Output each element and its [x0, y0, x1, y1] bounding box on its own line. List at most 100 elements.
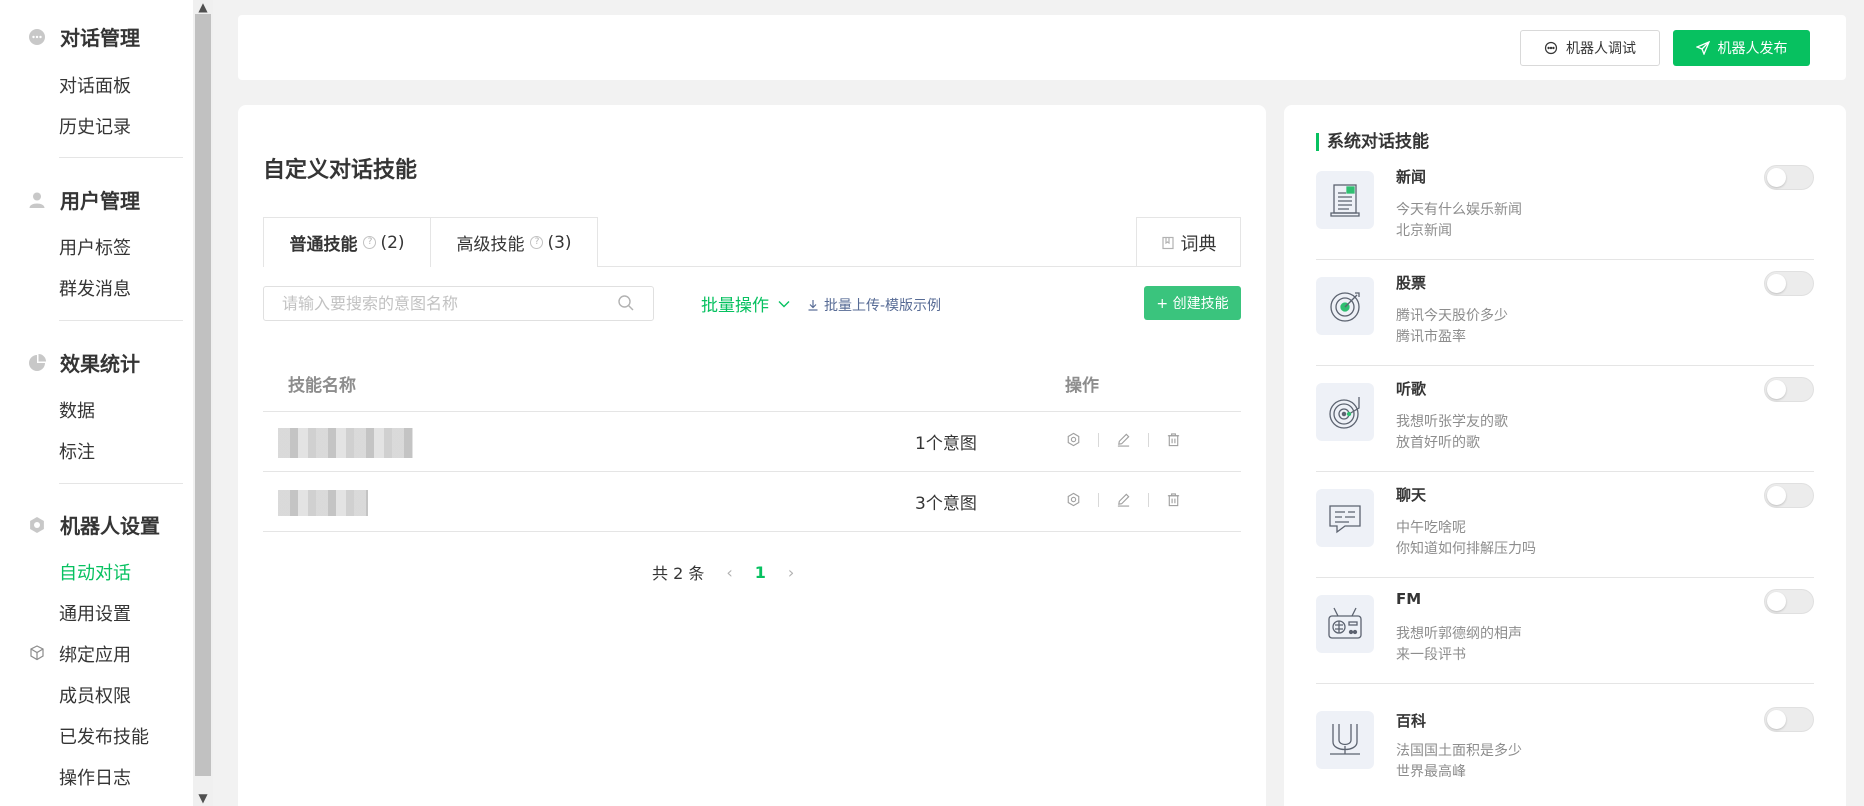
chat-icon [1544, 41, 1558, 55]
sidebar-item-mass-message[interactable]: 群发消息 [59, 275, 131, 301]
sidebar-item-data[interactable]: 数据 [59, 397, 95, 423]
toggle-knob [1767, 274, 1786, 293]
skill-name: 百科 [1396, 712, 1427, 730]
edit-icon[interactable] [1116, 432, 1131, 447]
skill-example: 放首好听的歌 [1396, 435, 1480, 451]
settings-icon[interactable] [1066, 492, 1081, 507]
tab-count: (2) [380, 232, 405, 253]
chevron-left-icon[interactable]: ‹ [726, 563, 732, 582]
batch-operation-label: 批量操作 [701, 296, 769, 316]
divider [1148, 432, 1149, 447]
blurred-skill-name [278, 428, 413, 458]
table-header: 技能名称 操作 [263, 355, 1241, 412]
skill-example: 腾讯今天股价多少 [1396, 308, 1508, 324]
page-number[interactable]: 1 [755, 563, 766, 582]
table-row[interactable]: 1个意图 [263, 412, 1241, 472]
download-icon [808, 300, 818, 311]
help-icon[interactable]: ? [363, 236, 377, 249]
nav-group-label: 机器人设置 [60, 514, 160, 538]
help-icon[interactable]: ? [530, 236, 544, 249]
nav-group-users[interactable]: 用户管理 [28, 185, 140, 214]
skill-name: 新闻 [1396, 168, 1427, 186]
send-icon [1695, 41, 1710, 55]
chat-icon [1316, 489, 1374, 547]
system-skill-encyclopedia: 百科 法国国土面积是多少 世界最高峰 [1316, 684, 1814, 790]
skill-toggle[interactable] [1764, 377, 1814, 402]
dictionary-button[interactable]: 词典 [1136, 217, 1241, 267]
tab-advanced-skills[interactable]: 高级技能 ? (3) [430, 217, 598, 267]
skill-name: 听歌 [1396, 380, 1427, 398]
system-skill-stock: 股票 腾讯今天股价多少 腾讯市盈率 [1316, 260, 1814, 366]
skill-example: 腾讯市盈率 [1396, 329, 1466, 345]
book-icon [1161, 236, 1174, 249]
sidebar-item-published-skills[interactable]: 已发布技能 [59, 723, 149, 749]
robot-debug-label: 机器人调试 [1566, 41, 1636, 57]
divider [1148, 492, 1149, 507]
tab-count: (3) [547, 232, 572, 253]
skill-toggle[interactable] [1764, 165, 1814, 190]
skill-example: 北京新闻 [1396, 223, 1452, 239]
table-row[interactable]: 3个意图 [263, 472, 1241, 532]
sidebar-item-bind-app[interactable]: 绑定应用 [59, 641, 131, 667]
tab-normal-skills[interactable]: 普通技能 ? (2) [263, 217, 431, 267]
skill-example: 我想听张学友的歌 [1396, 414, 1508, 430]
sidebar-item-dialog-panel[interactable]: 对话面板 [59, 72, 131, 98]
trash-icon[interactable] [1166, 492, 1181, 507]
sidebar-item-annotation[interactable]: 标注 [59, 438, 95, 464]
sidebar-item-history[interactable]: 历史记录 [59, 113, 131, 139]
sidebar: 对话管理 对话面板 历史记录 用户管理 用户标签 群发消息 效果统计 数据 标注… [0, 0, 193, 806]
skill-toggle[interactable] [1764, 589, 1814, 614]
skill-toggle[interactable] [1764, 271, 1814, 296]
system-skill-fm: FM 我想听郭德纲的相声 来一段评书 [1316, 578, 1814, 684]
system-skill-news: 新闻 今天有什么娱乐新闻 北京新闻 [1316, 154, 1814, 260]
batch-upload-link[interactable]: 批量上传-模版示例 [807, 295, 941, 315]
target-icon [1316, 277, 1374, 335]
pie-chart-icon [28, 353, 46, 372]
dictionary-label: 词典 [1180, 233, 1217, 255]
trash-icon[interactable] [1166, 432, 1181, 447]
skill-name: 聊天 [1396, 486, 1427, 504]
scrollbar-thumb[interactable] [195, 14, 211, 776]
nav-group-robot-settings[interactable]: 机器人设置 [28, 510, 160, 539]
tab-label: 普通技能 [289, 235, 358, 255]
sidebar-item-member-permissions[interactable]: 成员权限 [59, 682, 131, 708]
pagination-total: 共 2 条 [652, 564, 705, 583]
skill-example: 你知道如何排解压力吗 [1396, 541, 1536, 557]
skill-toggle[interactable] [1764, 483, 1814, 508]
sidebar-item-auto-dialog[interactable]: 自动对话 [59, 559, 131, 585]
sidebar-item-general-settings[interactable]: 通用设置 [59, 600, 131, 626]
scroll-up-icon[interactable]: ▲ [197, 1, 209, 13]
page-title: 自定义对话技能 [263, 158, 418, 183]
create-skill-button[interactable]: + 创建技能 [1144, 286, 1241, 320]
toggle-knob [1767, 592, 1786, 611]
sidebar-item-user-tags[interactable]: 用户标签 [59, 234, 131, 260]
skill-toggle[interactable] [1764, 707, 1814, 732]
sidebar-scrollbar[interactable]: ▲ ▼ [193, 0, 213, 806]
sidebar-divider [59, 320, 183, 321]
sidebar-divider [59, 157, 183, 158]
search-icon[interactable] [617, 294, 635, 312]
sidebar-item-operation-log[interactable]: 操作日志 [59, 764, 131, 790]
pagination: 共 2 条 ‹ 1 › [652, 560, 816, 584]
skill-name: FM [1396, 590, 1422, 608]
skill-example: 来一段评书 [1396, 647, 1466, 663]
column-header-skill-name: 技能名称 [288, 376, 356, 396]
settings-icon[interactable] [1066, 432, 1081, 447]
nav-group-dialog[interactable]: 对话管理 [28, 22, 140, 51]
robot-publish-button[interactable]: 机器人发布 [1673, 30, 1810, 66]
chevron-down-icon [778, 300, 790, 307]
nav-group-label: 用户管理 [60, 189, 140, 213]
tab-label: 高级技能 [456, 235, 525, 255]
batch-operation-dropdown[interactable]: 批量操作 [701, 291, 791, 316]
edit-icon[interactable] [1116, 492, 1131, 507]
robot-debug-button[interactable]: 机器人调试 [1520, 30, 1660, 66]
chevron-right-icon[interactable]: › [788, 563, 794, 582]
system-skill-chat: 聊天 中午吃啥呢 你知道如何排解压力吗 [1316, 472, 1814, 578]
search-input[interactable] [263, 286, 654, 321]
robot-publish-label: 机器人发布 [1717, 41, 1788, 57]
scroll-down-icon[interactable]: ▼ [197, 792, 209, 804]
nav-group-stats[interactable]: 效果统计 [28, 348, 140, 377]
encyclopedia-icon [1316, 711, 1374, 769]
chat-bubble-icon [28, 28, 46, 46]
vinyl-record-icon [1316, 383, 1374, 441]
